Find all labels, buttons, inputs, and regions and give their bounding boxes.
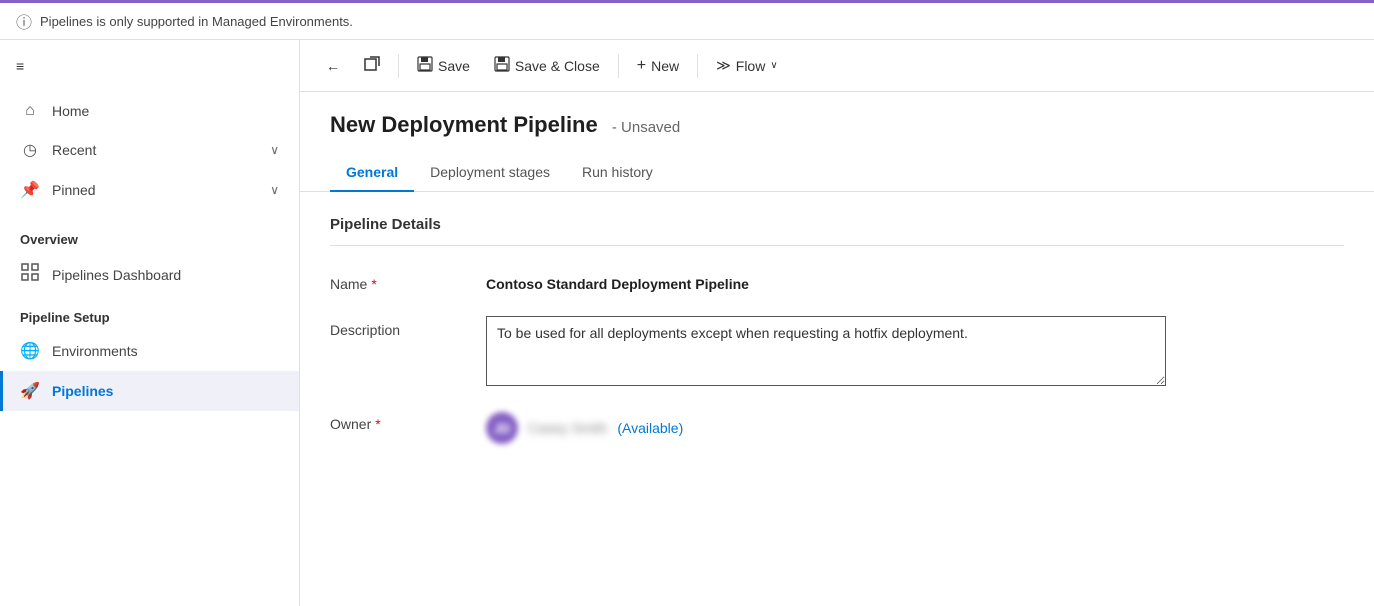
save-close-label: Save & Close — [515, 58, 600, 74]
pipelines-banner: ⓘ Pipelines is only supported in Managed… — [0, 0, 1374, 40]
owner-status: (Available) — [617, 420, 683, 436]
form-row-description: Description To be used for all deploymen… — [330, 316, 1344, 386]
sidebar-item-pipelines-dashboard[interactable]: Pipelines Dashboard — [0, 253, 299, 296]
sidebar-item-environments[interactable]: 🌐 Environments — [0, 331, 299, 371]
banner-message: Pipelines is only supported in Managed E… — [40, 14, 353, 29]
back-button[interactable]: ← — [316, 52, 350, 80]
tabs-container: General Deployment stages Run history — [300, 138, 1374, 192]
name-label: Name * — [330, 270, 470, 292]
new-label: New — [651, 58, 679, 74]
form-row-owner: Owner * JD Casey Smith (Available) — [330, 410, 1344, 444]
pinned-chevron-icon: ∨ — [270, 183, 279, 197]
description-label: Description — [330, 316, 470, 338]
flow-button[interactable]: ≫ Flow ∨ — [706, 51, 788, 80]
unsaved-label: - Unsaved — [612, 119, 680, 136]
owner-name: Casey Smith — [528, 420, 607, 436]
environments-icon: 🌐 — [20, 341, 40, 361]
sidebar-nav: ⌂ Home ◷ Recent ∨ 📌 Pinned ∨ — [0, 84, 299, 218]
toolbar-separator-2 — [618, 54, 619, 78]
sidebar-item-pinned[interactable]: 📌 Pinned ∨ — [0, 170, 299, 210]
save-label: Save — [438, 58, 470, 74]
sidebar-item-home-label: Home — [52, 103, 279, 119]
tab-general[interactable]: General — [330, 154, 414, 192]
pin-icon: 📌 — [20, 180, 40, 200]
toolbar: ← Save — [300, 40, 1374, 92]
tab-deployment-stages[interactable]: Deployment stages — [414, 154, 566, 192]
save-close-icon — [494, 56, 510, 75]
recent-icon: ◷ — [20, 140, 40, 160]
pipeline-setup-section-title: Pipeline Setup — [0, 296, 299, 331]
main-content: ← Save — [300, 40, 1374, 606]
home-icon: ⌂ — [20, 102, 40, 120]
flow-label: Flow — [736, 58, 766, 74]
pipeline-details-section-title: Pipeline Details — [330, 216, 1344, 246]
sidebar-item-recent-label: Recent — [52, 142, 258, 158]
sidebar-item-pipelines[interactable]: 🚀 Pipelines — [0, 371, 299, 411]
recent-chevron-icon: ∨ — [270, 143, 279, 157]
save-button[interactable]: Save — [407, 50, 480, 81]
warning-icon: ⓘ — [16, 9, 32, 33]
sidebar-item-pipelines-label: Pipelines — [52, 383, 279, 399]
owner-label: Owner * — [330, 410, 470, 432]
description-textarea[interactable]: To be used for all deployments except wh… — [486, 316, 1166, 386]
content-area: Pipeline Details Name * Contoso Standard… — [300, 192, 1374, 606]
save-close-button[interactable]: Save & Close — [484, 50, 610, 81]
owner-avatar: JD — [486, 412, 518, 444]
page-title: New Deployment Pipeline - Unsaved — [330, 112, 1344, 138]
save-icon — [417, 56, 433, 75]
flow-icon: ≫ — [716, 57, 731, 74]
sidebar-item-home[interactable]: ⌂ Home — [0, 92, 299, 130]
hamburger-menu[interactable]: ≡ — [0, 48, 299, 84]
tab-run-history[interactable]: Run history — [566, 154, 669, 192]
page-header: New Deployment Pipeline - Unsaved — [300, 92, 1374, 138]
pipelines-icon: 🚀 — [20, 381, 40, 401]
form-fields: Name * Contoso Standard Deployment Pipel… — [330, 262, 1344, 452]
page-title-text: New Deployment Pipeline — [330, 112, 598, 137]
owner-required-indicator: * — [375, 416, 380, 432]
dashboard-icon — [20, 263, 40, 286]
hamburger-icon: ≡ — [16, 58, 24, 74]
window-icon — [364, 56, 380, 75]
sidebar-item-recent[interactable]: ◷ Recent ∨ — [0, 130, 299, 170]
name-required-indicator: * — [371, 276, 376, 292]
sidebar: ≡ ⌂ Home ◷ Recent ∨ 📌 Pinned ∨ Overview — [0, 40, 300, 606]
flow-chevron-icon: ∨ — [770, 60, 777, 71]
overview-section-title: Overview — [0, 218, 299, 253]
owner-area: JD Casey Smith (Available) — [486, 410, 683, 444]
window-button[interactable] — [354, 50, 390, 81]
sidebar-item-environments-label: Environments — [52, 343, 279, 359]
new-button[interactable]: + New — [627, 51, 689, 81]
back-icon: ← — [326, 58, 340, 74]
sidebar-item-dashboard-label: Pipelines Dashboard — [52, 267, 279, 283]
new-plus-icon: + — [637, 57, 646, 75]
toolbar-separator-1 — [398, 54, 399, 78]
form-row-name: Name * Contoso Standard Deployment Pipel… — [330, 270, 1344, 292]
toolbar-separator-3 — [697, 54, 698, 78]
sidebar-item-pinned-label: Pinned — [52, 182, 258, 198]
name-value: Contoso Standard Deployment Pipeline — [486, 270, 749, 292]
